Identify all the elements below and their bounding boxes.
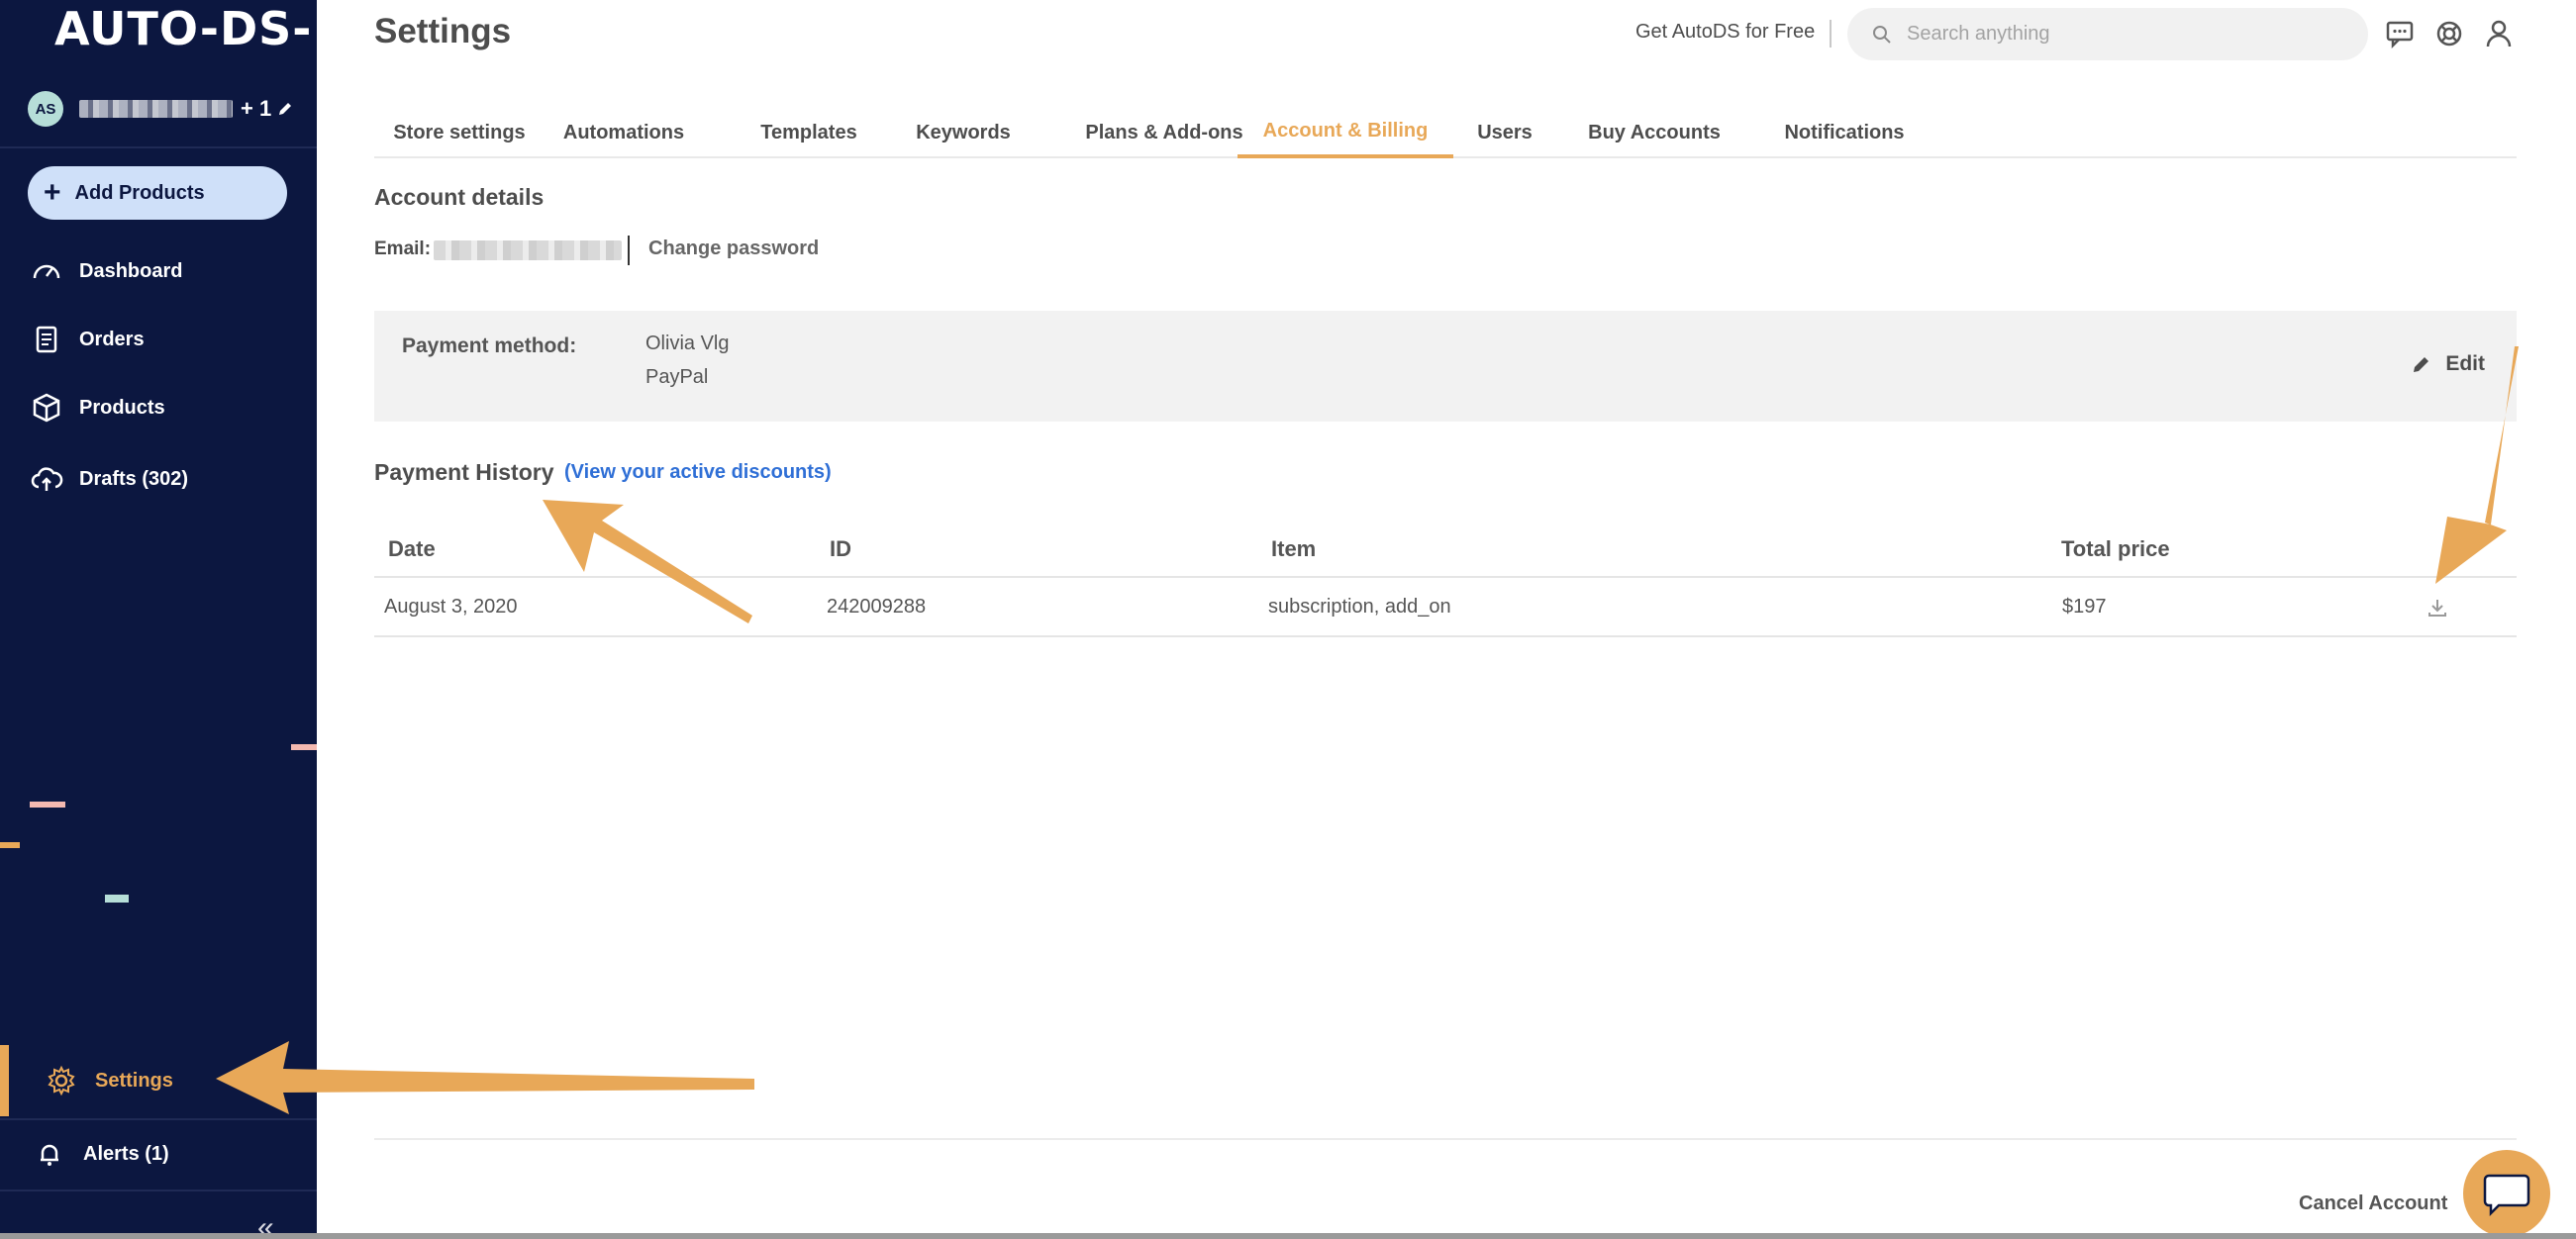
pencil-icon[interactable] — [277, 101, 293, 117]
cancel-account-link[interactable]: Cancel Account — [2299, 1192, 2447, 1215]
tab-users[interactable]: Users — [1463, 107, 1546, 158]
decorative-dash — [291, 744, 317, 750]
tab-buy-accounts[interactable]: Buy Accounts — [1580, 107, 1729, 158]
change-password-link[interactable]: Change password — [648, 238, 819, 260]
email-label: Email: — [374, 238, 432, 259]
email-divider — [628, 236, 630, 265]
payment-history-title: Payment History — [374, 459, 554, 485]
add-products-label: Add Products — [74, 181, 205, 204]
tab-store-settings[interactable]: Store settings — [374, 107, 545, 158]
window-bottom-edge — [0, 1233, 2576, 1239]
account-switcher[interactable]: AS + 1 — [28, 91, 295, 127]
receipt-icon — [36, 326, 57, 353]
cell-total-price: $197 — [2062, 596, 2107, 618]
view-discounts-link[interactable]: (View your active discounts) — [564, 461, 832, 484]
payment-history-table: Date ID Item Total price August 3, 2020 … — [374, 523, 2517, 637]
pencil-icon — [2414, 357, 2429, 372]
chat-icon[interactable] — [2384, 18, 2416, 49]
search-input[interactable] — [1907, 23, 2342, 46]
email-value-blurred — [434, 240, 622, 260]
column-header-date: Date — [388, 536, 436, 561]
sidebar-divider — [0, 1118, 317, 1120]
tab-keywords[interactable]: Keywords — [909, 107, 1018, 158]
sidebar-item-label: Alerts (1) — [83, 1142, 169, 1165]
plus-icon: + — [44, 176, 61, 209]
sidebar-item-alerts[interactable]: Alerts (1) — [36, 1134, 169, 1174]
bell-icon — [41, 1144, 58, 1166]
sidebar-item-orders[interactable]: Orders — [30, 320, 145, 359]
download-invoice-icon[interactable] — [2426, 596, 2449, 620]
decorative-dash — [30, 802, 65, 808]
autods-logo[interactable]: AUTO-DS- — [54, 2, 312, 55]
table-header: Date ID Item Total price — [374, 523, 2517, 578]
cell-date: August 3, 2020 — [384, 596, 518, 618]
account-details-title: Account details — [374, 184, 545, 210]
account-extra-count[interactable]: + 1 — [241, 96, 271, 122]
sidebar-item-dashboard[interactable]: Dashboard — [30, 251, 182, 291]
sidebar-item-label: Settings — [95, 1069, 173, 1092]
sidebar-item-label: Products — [79, 396, 165, 419]
footer-divider — [374, 1138, 2517, 1140]
edit-payment-button[interactable]: Edit — [2412, 352, 2485, 376]
live-chat-button[interactable] — [2463, 1150, 2550, 1237]
payment-type: PayPal — [645, 366, 709, 388]
cell-item: subscription, add_on — [1268, 596, 1451, 618]
payment-method-panel: Payment method: Olivia Vlg PayPal Edit — [374, 311, 2517, 422]
sidebar-item-products[interactable]: Products — [30, 388, 165, 428]
active-indicator — [0, 1045, 9, 1116]
add-products-button[interactable]: + Add Products — [28, 166, 287, 220]
tab-account-billing[interactable]: Account & Billing — [1238, 107, 1453, 158]
column-header-total-price: Total price — [2061, 536, 2170, 561]
column-header-item: Item — [1271, 536, 1317, 561]
box-icon — [33, 393, 60, 423]
column-header-id: ID — [830, 536, 851, 561]
sidebar-item-label: Dashboard — [79, 259, 183, 282]
table-row: August 3, 2020 242009288 subscription, a… — [374, 578, 2517, 637]
sidebar-item-settings[interactable]: Settings — [0, 1045, 317, 1116]
cell-id: 242009288 — [827, 596, 927, 618]
gear-icon — [48, 1065, 75, 1096]
sidebar-divider — [0, 1190, 317, 1191]
avatar[interactable]: AS — [28, 91, 63, 127]
edit-label: Edit — [2445, 352, 2485, 375]
page-title: Settings — [374, 12, 512, 50]
gauge-icon — [33, 264, 60, 279]
sidebar-item-label: Drafts (302) — [79, 467, 189, 490]
payment-holder-name: Olivia Vlg — [645, 333, 730, 354]
payment-method-label: Payment method: — [402, 334, 577, 357]
account-name-blurred — [79, 100, 233, 118]
settings-tabs: Store settings Automations Templates Key… — [374, 107, 2517, 158]
decorative-dash — [0, 842, 20, 848]
search-icon — [1873, 25, 1891, 44]
sidebar-item-drafts[interactable]: Drafts (302) — [30, 459, 188, 499]
get-autods-free-link[interactable]: Get AutoDS for Free — [1635, 21, 1815, 44]
sidebar: AUTO-DS- AS + 1 + Add Products Dashboard… — [0, 0, 317, 1239]
tab-notifications[interactable]: Notifications — [1760, 107, 1929, 158]
user-profile-icon[interactable] — [2483, 18, 2515, 49]
sidebar-item-label: Orders — [79, 328, 145, 350]
tab-templates[interactable]: Templates — [754, 107, 863, 158]
chat-bubble-icon — [2483, 1174, 2530, 1217]
cloud-upload-icon — [31, 467, 63, 491]
search-bar[interactable] — [1847, 8, 2368, 60]
sidebar-divider — [0, 146, 317, 148]
tab-automations[interactable]: Automations — [548, 107, 699, 158]
header-divider — [1830, 20, 1832, 48]
help-lifebuoy-icon[interactable] — [2433, 18, 2465, 49]
decorative-dash — [105, 895, 129, 903]
